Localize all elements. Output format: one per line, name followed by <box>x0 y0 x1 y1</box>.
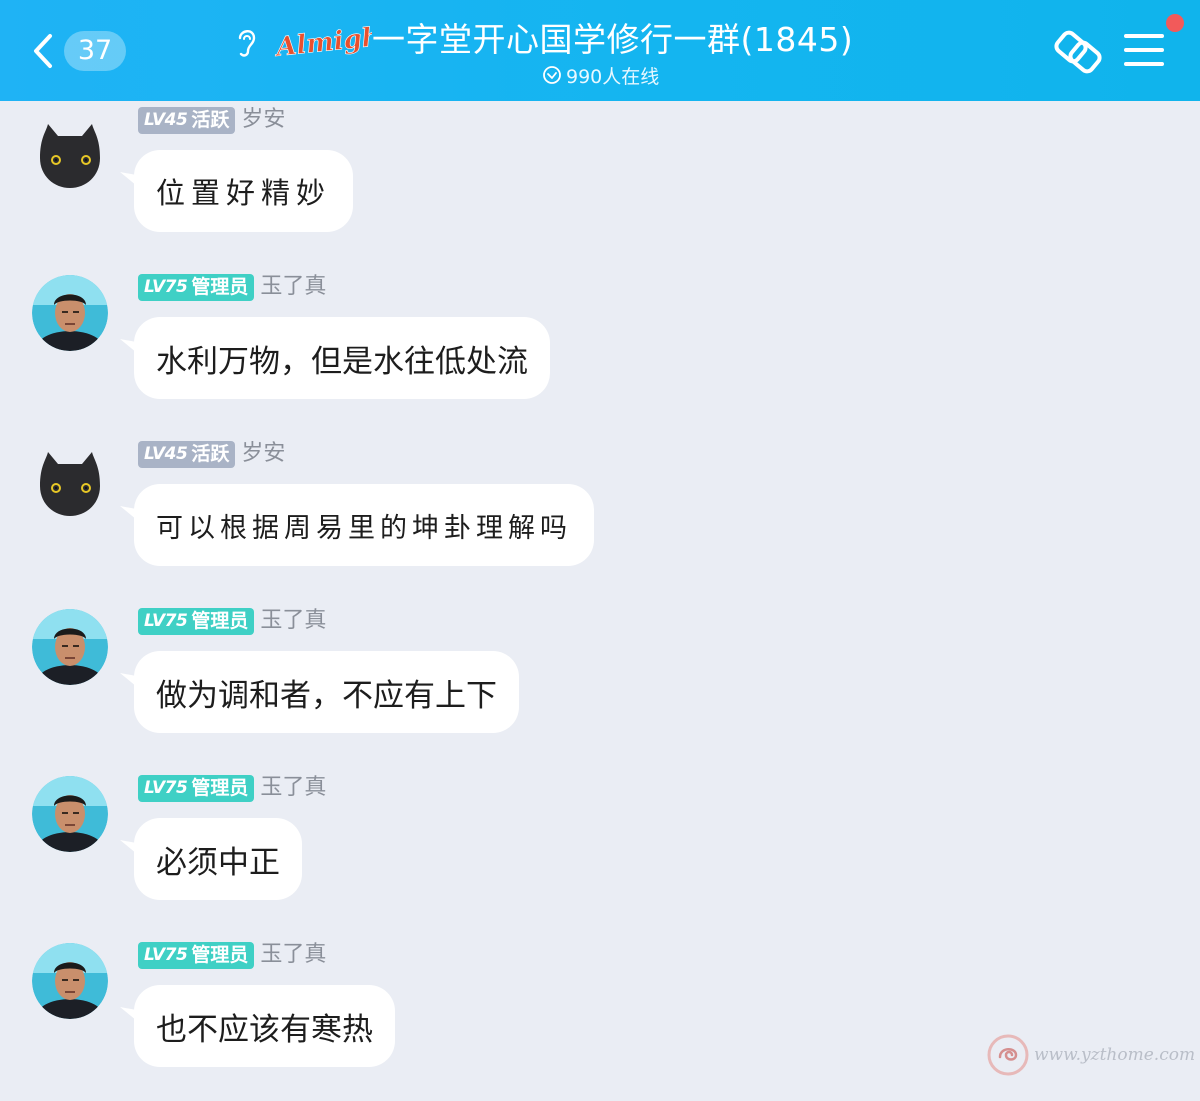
sender-nickname[interactable]: 玉了真 <box>260 774 326 802</box>
sender-nickname[interactable]: 岁安 <box>241 106 285 134</box>
sender-nickname[interactable]: 玉了真 <box>260 273 326 301</box>
sender-meta: LV75 管理员 玉了真 <box>138 273 326 301</box>
ear-icon <box>238 30 256 57</box>
message-bubble[interactable]: 必须中正 <box>134 818 302 900</box>
message-bubble[interactable]: 位置好精妙 <box>134 150 354 232</box>
sender-meta: LV75 管理员 玉了真 <box>138 941 326 969</box>
message-bubble[interactable]: 做为调和者，不应有上下 <box>134 651 519 733</box>
watermark-text: www.yzthome.com <box>1034 1045 1196 1065</box>
sender-nickname[interactable]: 岁安 <box>241 440 285 468</box>
member-level-badge: LV75 管理员 <box>138 941 255 969</box>
avatar-man[interactable] <box>32 275 108 351</box>
message-bubble[interactable]: 可以根据周易里的坤卦理解吗 <box>134 484 594 566</box>
almighty-logo: Almighty <box>274 22 372 62</box>
site-watermark: www.yzthome.com <box>986 1030 1195 1080</box>
avatar-man[interactable] <box>32 609 108 685</box>
member-level-badge: LV75 管理员 <box>138 607 255 635</box>
back-button[interactable]: 37 <box>28 28 126 74</box>
sender-nickname[interactable]: 玉了真 <box>260 607 326 635</box>
avatar-man[interactable] <box>32 776 108 852</box>
unread-count-badge: 37 <box>64 31 126 71</box>
svg-text:Almighty: Almighty <box>274 22 372 62</box>
chat-header: 37 Almighty 一字堂开心国学修行一群(1845) 990人在线 <box>0 0 1200 101</box>
group-title: 一字堂开心国学修行一群(1845) <box>372 20 854 59</box>
message-bubble[interactable]: 也不应该有寒热 <box>134 985 395 1067</box>
online-status: 990人在线 <box>542 62 659 88</box>
group-title-area[interactable]: Almighty 一字堂开心国学修行一群(1845) 990人在线 <box>228 14 853 92</box>
online-count: 990人在线 <box>566 65 660 88</box>
sender-meta: LV75 管理员 玉了真 <box>138 607 326 635</box>
member-level-badge: LV75 管理员 <box>138 273 255 301</box>
notification-dot <box>1166 14 1184 32</box>
avatar-black-cat[interactable] <box>32 114 108 190</box>
swirl-logo-icon <box>987 1034 1029 1076</box>
member-level-badge: LV75 管理员 <box>138 774 255 802</box>
menu-icon[interactable] <box>1122 30 1166 70</box>
member-level-badge: LV45 活跃 <box>138 106 236 134</box>
member-level-badge: LV45 活跃 <box>138 440 236 468</box>
avatar-black-cat[interactable] <box>32 442 108 518</box>
message-bubble[interactable]: 水利万物，但是水往低处流 <box>134 317 550 399</box>
sender-nickname[interactable]: 玉了真 <box>260 941 326 969</box>
sender-meta: LV75 管理员 玉了真 <box>138 774 326 802</box>
sender-meta: LV45 活跃 岁安 <box>138 440 285 468</box>
sender-meta: LV45 活跃 岁安 <box>138 106 285 134</box>
avatar-man[interactable] <box>32 943 108 1019</box>
link-share-icon[interactable] <box>1050 26 1104 76</box>
chevron-left-icon <box>34 34 52 68</box>
online-check-icon <box>543 66 561 84</box>
